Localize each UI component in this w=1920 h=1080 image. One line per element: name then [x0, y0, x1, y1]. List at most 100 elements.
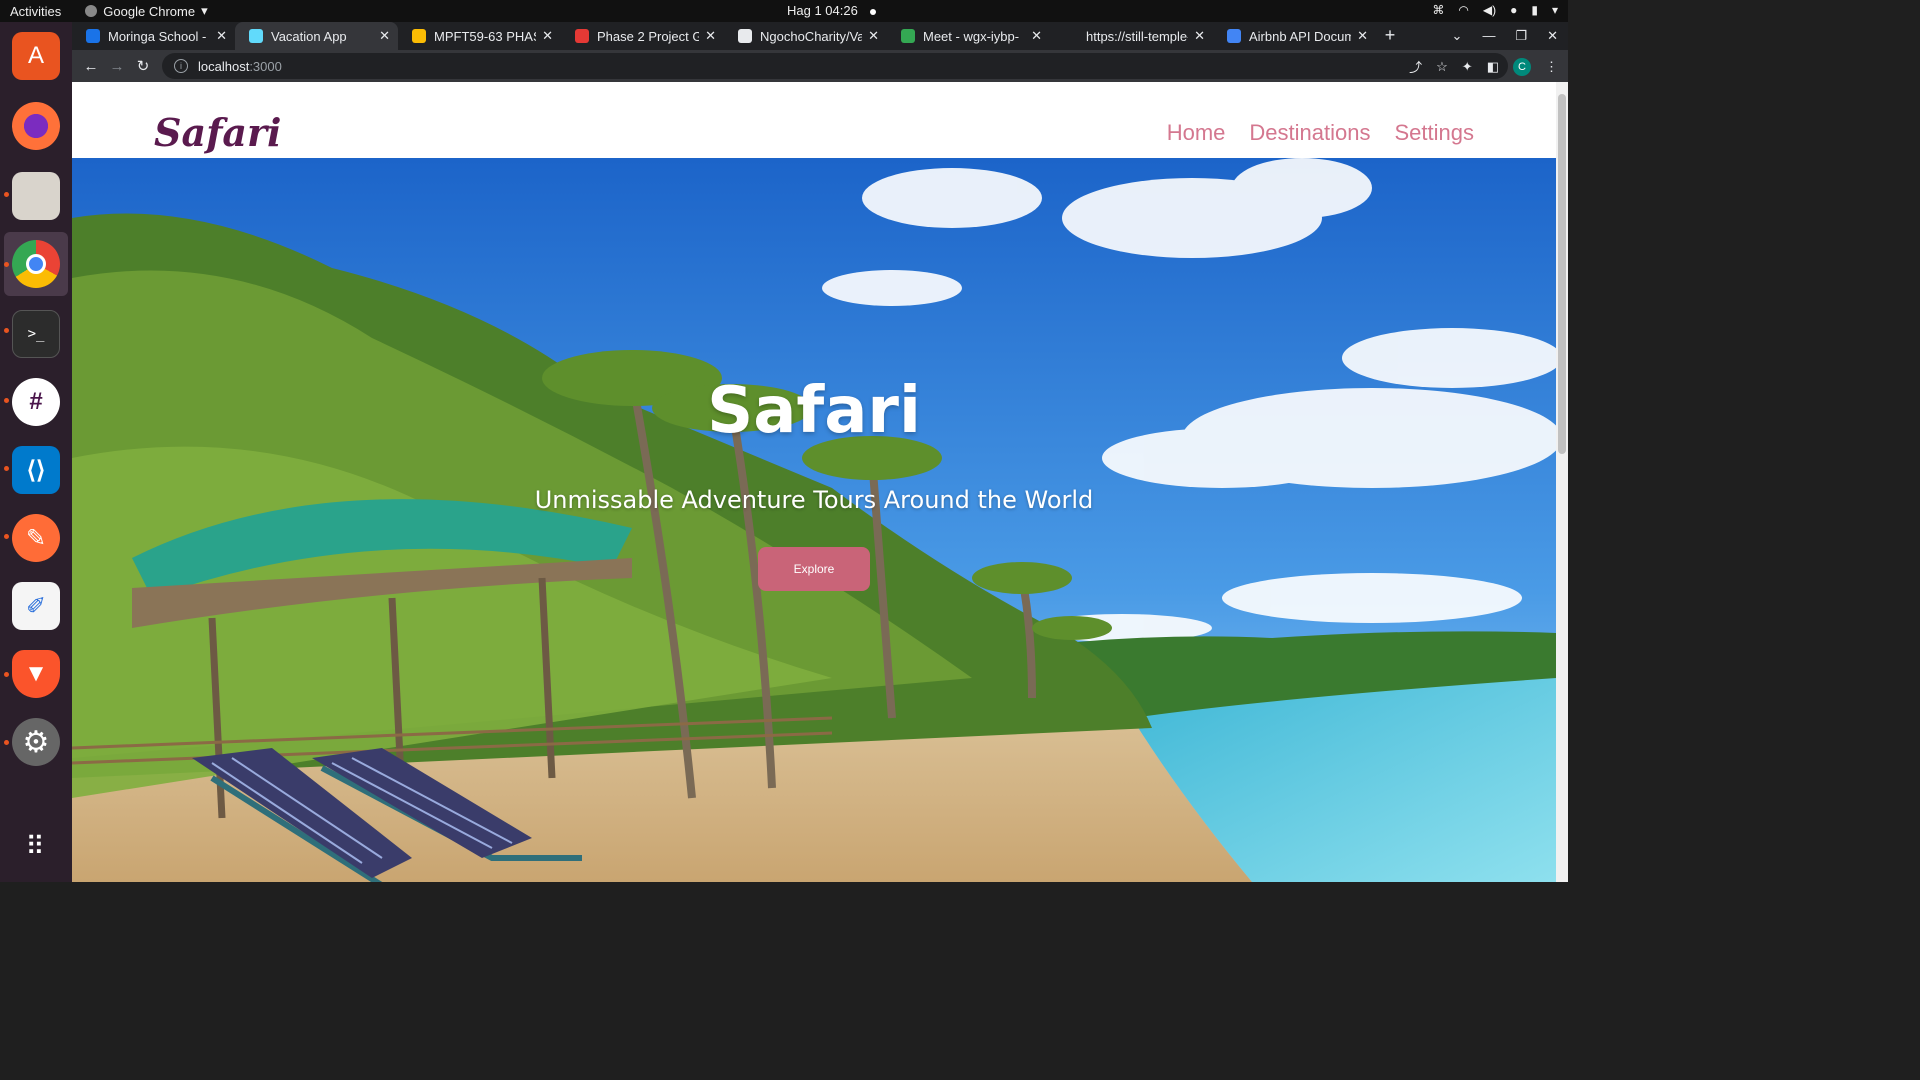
- text-editor-icon[interactable]: ✐: [12, 582, 60, 630]
- site-brand-logo[interactable]: Safari: [154, 110, 282, 155]
- ubuntu-software-icon[interactable]: A: [12, 32, 60, 80]
- page-viewport: Safari Home Destinations Settings Safari…: [72, 82, 1556, 882]
- tab-title: Meet - wgx-iybp-: [923, 28, 1020, 44]
- postman-icon[interactable]: ✎: [12, 514, 60, 562]
- window-controls: ⌄ — ❐ ✕: [1452, 28, 1558, 44]
- tab-close-icon[interactable]: ✕: [216, 28, 227, 44]
- running-indicator: [4, 740, 9, 745]
- extensions-puzzle-icon[interactable]: ✦: [1462, 59, 1473, 75]
- url-host: localhost: [198, 58, 250, 74]
- tab-title: NgochoCharity/Vac: [760, 28, 863, 44]
- tab-close-icon[interactable]: ✕: [379, 28, 390, 44]
- page-scrollbar[interactable]: [1556, 82, 1568, 882]
- running-indicator: [4, 534, 9, 539]
- chrome-dock-item[interactable]: [4, 232, 68, 296]
- browser-tab[interactable]: MPFT59-63 PHASE 2 ✕: [398, 22, 561, 50]
- site-navbar: Safari Home Destinations Settings: [72, 82, 1556, 158]
- profile-avatar[interactable]: C: [1513, 57, 1531, 76]
- tab-favicon-icon: [1227, 29, 1241, 43]
- volume-icon: ◀): [1482, 3, 1497, 17]
- side-panel-icon[interactable]: ◧: [1487, 59, 1499, 75]
- clock-text: Hag 1 04:26: [787, 3, 858, 18]
- running-indicator: [4, 466, 9, 471]
- close-window-icon[interactable]: ✕: [1547, 28, 1558, 44]
- tab-title: Vacation App: [271, 28, 347, 44]
- hero-section: Safari Unmissable Adventure Tours Around…: [72, 158, 1556, 882]
- system-menu-caret-icon: ▾: [1551, 3, 1558, 17]
- browser-tab[interactable]: Airbnb API Docume ✕: [1213, 22, 1376, 50]
- tab-strip: Moringa School - Ca✕Vacation App✕MPFT59-…: [72, 22, 1568, 50]
- explore-button[interactable]: Explore: [758, 547, 870, 591]
- settings-gear-icon[interactable]: ⚙: [12, 718, 60, 766]
- caret-down-icon: ▾: [201, 3, 208, 18]
- firefox-icon[interactable]: [12, 102, 60, 150]
- system-top-bar: Activities Google Chrome ▾ Hag 1 04:26 ⌘…: [0, 0, 1568, 22]
- browser-tab[interactable]: https://still-temple- ✕: [1050, 22, 1213, 50]
- wifi-icon: ◠: [1458, 3, 1469, 17]
- site-info-icon[interactable]: i: [174, 59, 188, 73]
- slack-icon[interactable]: #: [12, 378, 60, 426]
- bookmark-star-icon[interactable]: ☆: [1436, 59, 1448, 75]
- beach-hero-image: [72, 158, 1556, 882]
- browser-toolbar: ← → ↻ i localhost:3000 ⤴ ☆ ✦ ◧ C ⋮: [72, 50, 1568, 82]
- browser-tab[interactable]: Moringa School - Ca ✕: [72, 22, 235, 50]
- tab-close-icon[interactable]: ✕: [542, 28, 553, 44]
- running-indicator: [4, 262, 9, 267]
- running-indicator: [4, 398, 9, 403]
- browser-tab[interactable]: Meet - wgx-iybp- ✕: [887, 22, 1050, 50]
- site-nav-links: Home Destinations Settings: [1167, 120, 1474, 146]
- tab-close-icon[interactable]: ✕: [868, 28, 879, 44]
- app-menu[interactable]: Google Chrome ▾: [85, 3, 208, 19]
- vscode-icon[interactable]: ⟨⟩: [12, 446, 60, 494]
- tab-favicon-icon: [249, 29, 263, 43]
- tab-close-icon[interactable]: ✕: [1357, 28, 1368, 44]
- back-arrow-icon[interactable]: ←: [78, 58, 104, 75]
- share-icon[interactable]: ⤴: [1409, 57, 1422, 76]
- brave-icon[interactable]: ▼: [12, 650, 60, 698]
- tab-favicon-icon: [86, 29, 100, 43]
- clock[interactable]: Hag 1 04:26: [787, 3, 876, 18]
- hero-subtitle: Unmissable Adventure Tours Around the Wo…: [534, 486, 1094, 514]
- restore-icon[interactable]: ❐: [1515, 28, 1527, 44]
- chrome-menu-icon[interactable]: ⋮: [1545, 59, 1558, 75]
- battery-icon: ▮: [1531, 3, 1538, 17]
- address-bar[interactable]: i localhost:3000: [162, 53, 1508, 79]
- new-tab-button[interactable]: +: [1376, 22, 1404, 50]
- browser-tab[interactable]: Phase 2 Project Guid ✕: [561, 22, 724, 50]
- notification-dot: [869, 8, 876, 15]
- forward-arrow-icon[interactable]: →: [104, 58, 130, 75]
- activities-button[interactable]: Activities: [0, 4, 71, 19]
- tab-search-icon[interactable]: ⌄: [1452, 28, 1463, 44]
- nav-link-settings[interactable]: Settings: [1395, 120, 1475, 146]
- tab-title: Airbnb API Docume: [1249, 28, 1352, 44]
- chrome-small-icon: [85, 5, 98, 17]
- app-menu-label: Google Chrome: [103, 3, 196, 19]
- nav-link-home[interactable]: Home: [1167, 120, 1226, 146]
- scrollbar-thumb[interactable]: [1558, 94, 1566, 454]
- files-icon[interactable]: [12, 172, 60, 220]
- minimize-icon[interactable]: —: [1482, 28, 1495, 44]
- running-indicator: [4, 192, 9, 197]
- tab-title: Phase 2 Project Guid: [597, 28, 700, 44]
- browser-tab[interactable]: Vacation App ✕: [235, 22, 398, 50]
- tab-favicon-icon: [412, 29, 426, 43]
- browser-tab[interactable]: NgochoCharity/Vac ✕: [724, 22, 887, 50]
- hero-title: Safari: [707, 374, 921, 448]
- network-icon: ⌘: [1432, 3, 1445, 17]
- toolbar-actions: ⤴ ☆ ✦ ◧ C ⋮: [1409, 57, 1558, 76]
- tab-close-icon[interactable]: ✕: [705, 28, 716, 44]
- running-indicator: [4, 328, 9, 333]
- url-port: :3000: [249, 58, 282, 74]
- tab-close-icon[interactable]: ✕: [1031, 28, 1042, 44]
- nav-link-destinations[interactable]: Destinations: [1249, 120, 1370, 146]
- show-apps-grid-icon[interactable]: ⠿: [12, 822, 60, 870]
- tab-close-icon[interactable]: ✕: [1194, 28, 1205, 44]
- reload-icon[interactable]: ↻: [130, 57, 156, 75]
- terminal-icon[interactable]: >_: [12, 310, 60, 358]
- tab-favicon-icon: [901, 29, 915, 43]
- running-indicator: [4, 672, 9, 677]
- system-tray[interactable]: ⌘ ◠ ◀) ● ▮ ▾: [1432, 3, 1558, 17]
- tab-favicon-icon: [575, 29, 589, 43]
- tab-title: https://still-temple-: [1086, 28, 1189, 44]
- tab-favicon-icon: [738, 29, 752, 43]
